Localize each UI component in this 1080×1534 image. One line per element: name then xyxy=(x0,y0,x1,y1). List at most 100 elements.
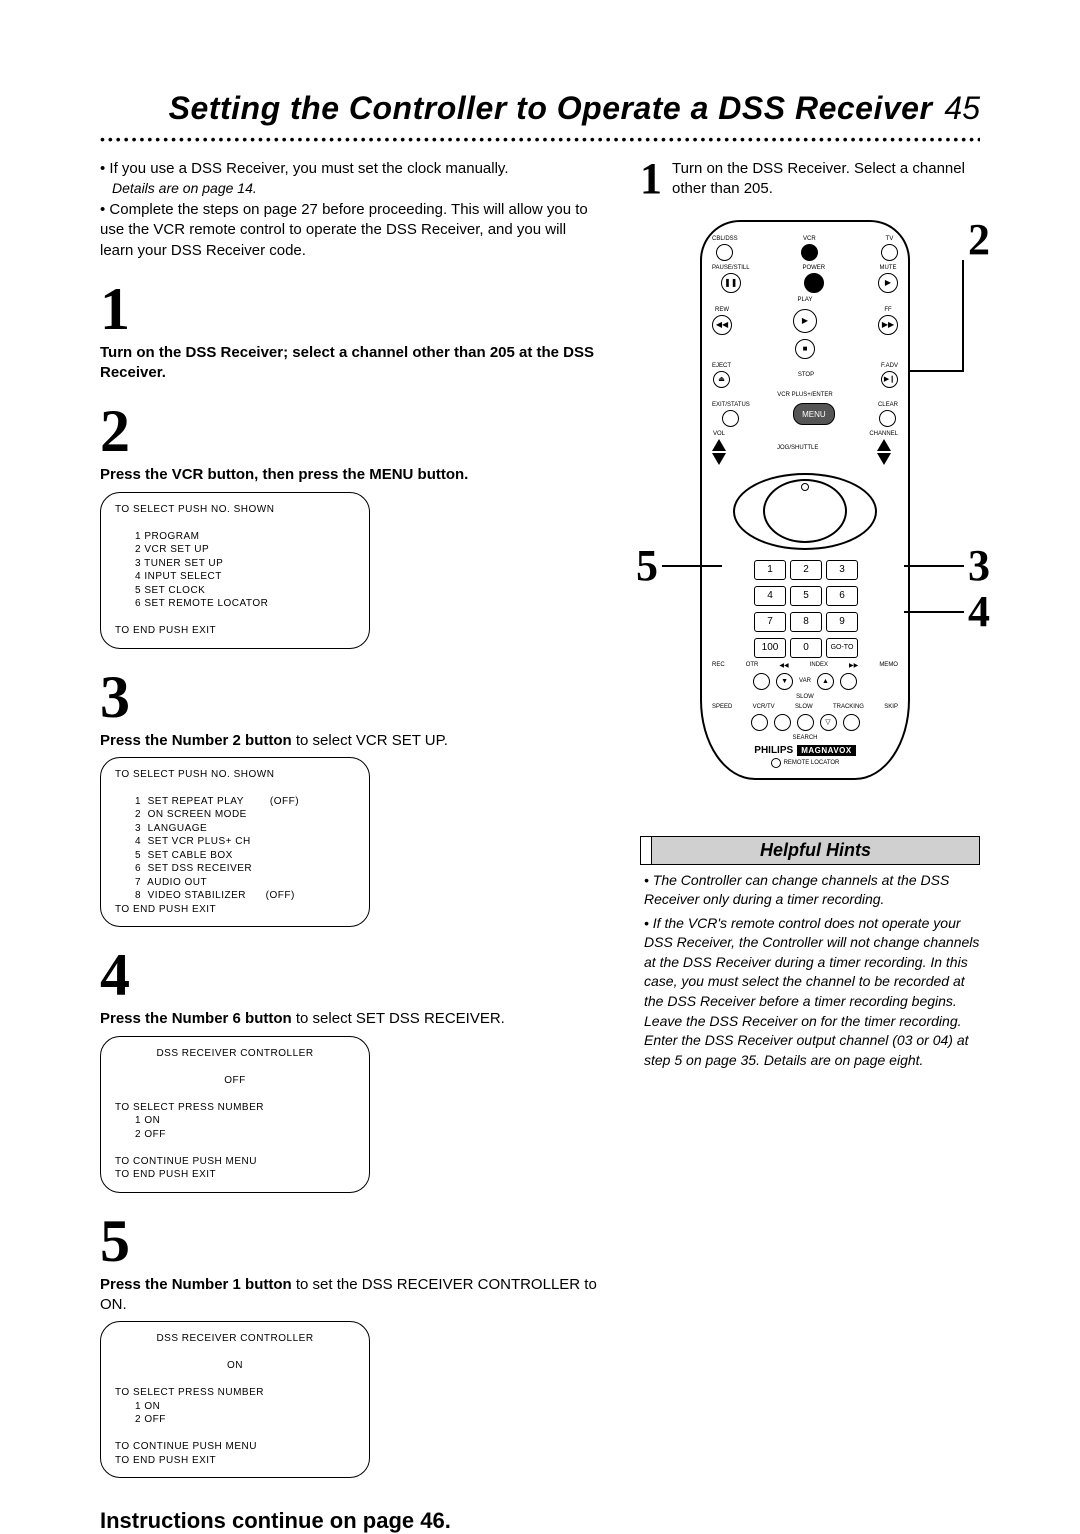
intro-bullets: If you use a DSS Receiver, you must set … xyxy=(100,159,600,261)
right-step-1: 1 Turn on the DSS Receiver. Select a cha… xyxy=(640,159,980,200)
label-speed: SPEED xyxy=(712,704,732,710)
label-tv: TV xyxy=(886,236,894,242)
label-eject: EJECT xyxy=(712,363,731,369)
label-skip: SKIP xyxy=(884,704,898,710)
hints-rule xyxy=(641,837,652,864)
step-number: 5 xyxy=(100,1211,600,1271)
key-5: 5 xyxy=(790,586,822,606)
osd-state: OFF xyxy=(115,1074,355,1088)
vol-up-button xyxy=(712,439,726,451)
label-slow2: SLOW xyxy=(795,704,813,710)
label-ff: FF xyxy=(884,307,891,313)
right-column: 1 Turn on the DSS Receiver. Select a cha… xyxy=(640,159,980,1534)
osd-footer: TO CONTINUE PUSH MENU xyxy=(115,1440,355,1454)
step-number: 3 xyxy=(100,667,600,727)
label-search: SEARCH xyxy=(792,735,817,741)
callout-5: 5 xyxy=(636,540,658,591)
step-number: 4 xyxy=(100,945,600,1005)
rew-button: ◀◀ xyxy=(712,315,732,335)
menu-button: MENU xyxy=(793,403,835,425)
tv-button xyxy=(881,244,898,261)
key-100: 100 xyxy=(754,638,786,658)
osd-item: 2 ON SCREEN MODE xyxy=(135,809,247,820)
osd-item: 5 SET CLOCK xyxy=(135,584,355,598)
callout-2: 2 xyxy=(968,214,990,265)
remote-locator-row: REMOTE LOCATOR xyxy=(771,758,840,768)
hint-item: If the VCR's remote control does not ope… xyxy=(644,914,980,1071)
hints-title-bar: Helpful Hints xyxy=(640,836,980,865)
label-cbldss: CBL/DSS xyxy=(712,236,738,242)
label-exit: EXIT/STATUS xyxy=(712,402,750,408)
dotted-rule: ••••••••••••••••••••••••••••••••••••••••… xyxy=(100,131,980,147)
key-1: 1 xyxy=(754,560,786,580)
pause-button: ❚❚ xyxy=(721,273,741,293)
var-up-button: ▲ xyxy=(817,673,834,690)
osd-footer: TO CONTINUE PUSH MENU xyxy=(115,1155,355,1169)
label-otr: OTR xyxy=(746,662,759,668)
label-rec: REC xyxy=(712,662,725,668)
key-goto: GO-TO xyxy=(826,638,858,658)
osd-footer: TO END PUSH EXIT xyxy=(115,903,355,917)
label-play: PLAY xyxy=(798,297,813,303)
key-4: 4 xyxy=(754,586,786,606)
var-down-button: ▼ xyxy=(776,673,793,690)
clear-button xyxy=(879,410,896,427)
continue-note: Instructions continue on page 46. xyxy=(100,1508,600,1534)
ch-down-button xyxy=(877,453,891,465)
osd-title: DSS RECEIVER CONTROLLER xyxy=(115,1332,355,1346)
osd-header: TO SELECT PRESS NUMBER xyxy=(115,1386,355,1400)
osd-items: 1 PROGRAM 2 VCR SET UP 3 TUNER SET UP 4 … xyxy=(115,530,355,611)
osd-item: 1 ON xyxy=(135,1400,355,1414)
hint-item: The Controller can change channels at th… xyxy=(644,871,980,910)
step-rest: to select VCR SET UP. xyxy=(292,732,448,749)
key-7: 7 xyxy=(754,612,786,632)
callout-line xyxy=(962,260,964,370)
jog-dot-icon xyxy=(801,483,809,491)
osd-screen: TO SELECT PUSH NO. SHOWN 1 PROGRAM 2 VCR… xyxy=(100,492,370,649)
step-text: Press the VCR button, then press the MEN… xyxy=(100,465,600,485)
locator-icon xyxy=(771,758,781,768)
label-var: VAR xyxy=(799,678,811,684)
power-button xyxy=(804,273,824,293)
mute-button: ▶ xyxy=(878,273,898,293)
brand-row: PHILIPS MAGNAVOX xyxy=(754,745,855,756)
osd-item: 8 VIDEO STABILIZER (OFF) xyxy=(135,890,295,901)
label-clear: CLEAR xyxy=(878,402,898,408)
step-text: Turn on the DSS Receiver; select a chann… xyxy=(100,343,600,384)
step-bold: Press the Number 6 button xyxy=(100,1010,292,1027)
osd-item: 6 SET DSS RECEIVER xyxy=(135,863,252,874)
osd-item: 7 AUDIO OUT xyxy=(135,877,207,888)
jog-shuttle-dial xyxy=(733,473,877,550)
osd-items: 1 ON 2 OFF xyxy=(115,1114,355,1141)
title-row: Setting the Controller to Operate a DSS … xyxy=(100,90,980,127)
osd-screen: TO SELECT PUSH NO. SHOWN 1 SET REPEAT PL… xyxy=(100,757,370,928)
osd-header: TO SELECT PUSH NO. SHOWN xyxy=(115,503,355,517)
label-jog: JOG/SHUTTLE xyxy=(777,445,818,451)
page-number: 45 xyxy=(944,90,980,127)
label-power: POWER xyxy=(802,265,825,271)
osd-item: 6 SET REMOTE LOCATOR xyxy=(135,597,355,611)
osd-state: ON xyxy=(115,1359,355,1373)
number-keypad: 1 2 3 4 5 6 7 8 9 100 0 GO-TO xyxy=(754,560,856,658)
fadv-button: ▶❙ xyxy=(881,371,898,388)
callout-3: 3 xyxy=(968,540,990,591)
step-bold: Press the VCR button, then press the MEN… xyxy=(100,466,468,483)
label-vol: VOL xyxy=(713,431,725,437)
details-note: Details are on page 14. xyxy=(112,179,600,198)
osd-item: 3 LANGUAGE xyxy=(135,823,207,834)
label-stop: STOP xyxy=(798,372,814,378)
step-text: Press the Number 2 button to select VCR … xyxy=(100,731,600,751)
exit-button xyxy=(722,410,739,427)
cbldss-button xyxy=(716,244,733,261)
bullet-text: If you use a DSS Receiver, you must set … xyxy=(109,160,508,177)
key-9: 9 xyxy=(826,612,858,632)
osd-footer: TO END PUSH EXIT xyxy=(115,1168,355,1182)
ff-button: ▶▶ xyxy=(878,315,898,335)
label-locator: REMOTE LOCATOR xyxy=(784,760,840,766)
right-step-text: Turn on the DSS Receiver. Select a chann… xyxy=(672,159,980,200)
label-vcr: VCR xyxy=(803,236,816,242)
remote-diagram: 2 5 3 4 CBL/DSS VCR TV PAUSE xyxy=(640,220,980,810)
key-3: 3 xyxy=(826,560,858,580)
label-vcrplus: VCR PLUS+/ENTER xyxy=(777,392,833,398)
callout-4: 4 xyxy=(968,586,990,637)
